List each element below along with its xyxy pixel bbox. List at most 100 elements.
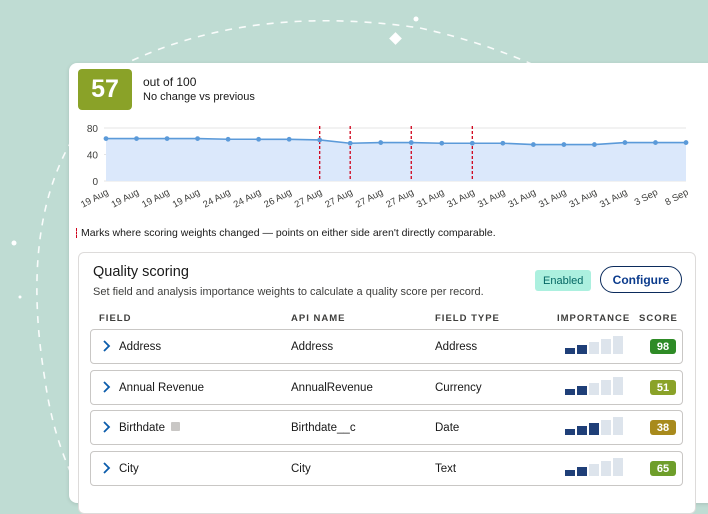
data-point — [500, 140, 506, 146]
chevron-right-icon[interactable] — [101, 461, 113, 475]
data-point — [469, 140, 475, 146]
field-type: Currency — [435, 382, 482, 394]
x-tick-label: 31 Aug — [537, 187, 568, 211]
data-point — [378, 140, 384, 145]
api-name: Birthdate__c — [291, 422, 356, 434]
data-point — [683, 140, 689, 145]
data-point — [134, 136, 139, 141]
data-point — [164, 136, 170, 141]
x-tick-label: 27 Aug — [354, 187, 385, 211]
field-type: Text — [435, 463, 457, 475]
x-tick-label: 31 Aug — [476, 187, 507, 211]
importance-bar — [577, 467, 587, 476]
table-row[interactable]: City City Text 65 — [90, 451, 683, 486]
data-point — [317, 137, 323, 143]
x-tick-label: 31 Aug — [598, 187, 629, 211]
status-badge: Enabled — [535, 270, 592, 291]
data-point — [592, 142, 597, 147]
importance-bar — [613, 377, 623, 395]
api-name: City — [291, 463, 311, 475]
importance-bar — [589, 423, 599, 435]
table-row[interactable]: Address Address Address 98 — [90, 329, 683, 364]
field-type: Date — [435, 422, 460, 434]
x-tick-label: 19 Aug — [79, 187, 110, 211]
api-name: Address — [291, 341, 334, 353]
importance-meter[interactable] — [565, 458, 623, 476]
y-tick-label: 0 — [92, 177, 98, 188]
chevron-right-icon[interactable] — [101, 380, 113, 394]
data-point — [347, 140, 353, 146]
x-tick-label: 27 Aug — [293, 187, 324, 211]
importance-meter[interactable] — [565, 417, 623, 435]
quality-scoring-title: Quality scoring — [93, 264, 189, 280]
importance-bar — [577, 426, 587, 435]
x-tick-label: 27 Aug — [323, 187, 354, 211]
table-row[interactable]: Birthdate Birthdate__c Date 38 — [90, 410, 683, 445]
importance-bar — [589, 464, 599, 476]
y-tick-label: 80 — [87, 124, 99, 135]
data-point — [195, 136, 200, 141]
chevron-right-icon[interactable] — [101, 339, 113, 353]
x-tick-label: 26 Aug — [262, 187, 293, 211]
data-point — [256, 136, 262, 142]
x-tick-label: 19 Aug — [171, 187, 202, 211]
column-header-field-type[interactable]: FIELD TYPE — [435, 313, 500, 324]
importance-bar — [613, 458, 623, 476]
field-name: Address — [119, 341, 162, 353]
importance-bar — [613, 417, 623, 435]
x-tick-label: 24 Aug — [201, 187, 232, 211]
importance-bar — [601, 420, 611, 435]
data-point — [530, 142, 536, 147]
data-point — [103, 136, 109, 141]
importance-bar — [565, 348, 575, 354]
score-out-of: out of 100 — [143, 75, 197, 89]
chart-legend-text: Marks where scoring weights changed — po… — [81, 227, 496, 239]
x-tick-label: 31 Aug — [506, 187, 537, 211]
importance-bar — [601, 461, 611, 476]
y-tick-label: 40 — [87, 151, 99, 162]
quality-scoring-description: Set field and analysis importance weight… — [93, 286, 484, 298]
importance-bar — [565, 389, 575, 395]
x-tick-label: 3 Sep — [633, 187, 660, 208]
column-header-score[interactable]: SCORE — [639, 313, 678, 324]
field-type: Address — [435, 341, 478, 353]
weight-change-marker-icon — [76, 228, 77, 238]
overall-score-badge: 57 — [78, 69, 132, 110]
x-tick-label: 19 Aug — [140, 187, 171, 211]
importance-bar — [601, 339, 611, 354]
data-point — [408, 140, 414, 145]
chevron-right-icon[interactable] — [101, 420, 113, 434]
score-change-text: No change vs previous — [143, 91, 255, 103]
importance-bar — [577, 345, 587, 354]
column-header-importance[interactable]: IMPORTANCE — [557, 313, 630, 324]
table-row[interactable]: Annual Revenue AnnualRevenue Currency 51 — [90, 370, 683, 405]
x-tick-label: 27 Aug — [384, 187, 415, 211]
data-point — [653, 140, 658, 145]
data-point — [286, 136, 292, 142]
importance-bar — [589, 383, 599, 395]
data-point — [225, 136, 231, 142]
score-history-chart: 0408019 Aug 19 Aug 19 Aug 19 Aug 24 Aug 24 Au… — [79, 124, 690, 211]
importance-meter[interactable] — [565, 377, 623, 395]
field-name: City — [119, 463, 139, 475]
importance-meter[interactable] — [565, 336, 623, 354]
info-icon[interactable] — [171, 422, 181, 432]
column-header-field[interactable]: FIELD — [99, 313, 131, 324]
score-badge: 38 — [650, 420, 676, 435]
column-header-api-name[interactable]: API NAME — [291, 313, 345, 324]
x-tick-label: 31 Aug — [415, 187, 446, 211]
importance-bar — [613, 336, 623, 354]
data-point — [561, 142, 567, 147]
field-name: Annual Revenue — [119, 382, 205, 394]
data-point — [622, 140, 628, 145]
x-tick-label: 24 Aug — [232, 187, 263, 211]
api-name: AnnualRevenue — [291, 382, 373, 394]
data-point — [439, 140, 445, 146]
x-tick-label: 19 Aug — [110, 187, 141, 211]
importance-bar — [565, 429, 575, 435]
configure-button[interactable]: Configure — [600, 266, 682, 293]
importance-bar — [601, 380, 611, 395]
quality-scoring-panel: Quality scoring Set field and analysis i… — [78, 252, 696, 514]
x-tick-label: 31 Aug — [568, 187, 599, 211]
quality-overview-card: 57 out of 100 No change vs previous 0 40 8… — [69, 63, 708, 514]
